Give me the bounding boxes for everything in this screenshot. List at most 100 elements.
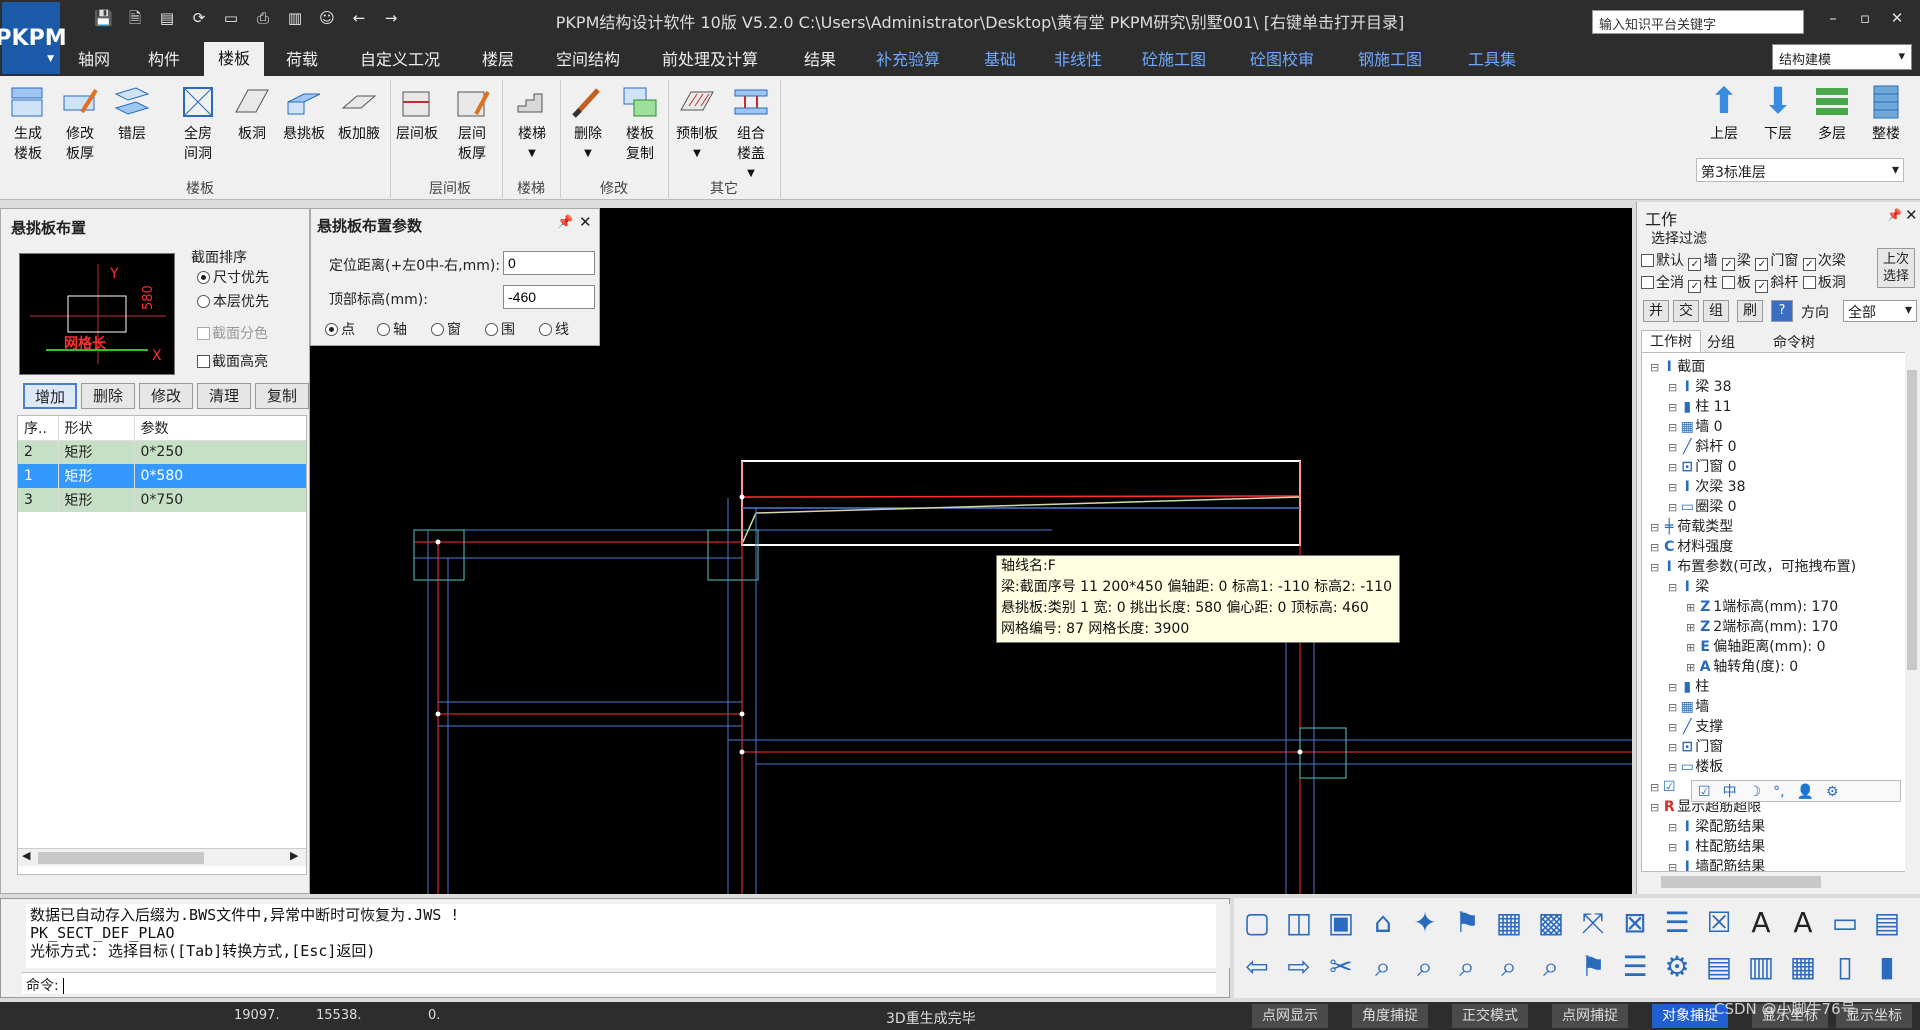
- generate-slab-button[interactable]: 生成 楼板: [6, 82, 50, 164]
- copy-section-button[interactable]: 复制: [255, 383, 309, 409]
- tab-nonlinear[interactable]: 非线性: [1048, 46, 1108, 76]
- filter-door-window[interactable]: ✓ 门窗: [1755, 253, 1798, 271]
- collapse-icon[interactable]: ⊟: [1668, 841, 1677, 854]
- collapse-icon[interactable]: ⊟: [1668, 861, 1677, 871]
- zoom-dynamic-icon[interactable]: ⌕: [1406, 948, 1444, 986]
- zoom-out-icon[interactable]: ⌕: [1532, 948, 1570, 986]
- ime-moon-icon[interactable]: ☽: [1749, 784, 1762, 800]
- expand-icon[interactable]: ⊞: [1686, 601, 1695, 614]
- collapse-icon[interactable]: ⊟: [1650, 521, 1659, 534]
- tree-node[interactable]: ⊟ I 截面: [1642, 357, 1906, 377]
- table-icon[interactable]: ▤: [1700, 948, 1738, 986]
- stack-icon[interactable]: ▦: [1784, 948, 1822, 986]
- tree-node[interactable]: ⊟ ▭圈梁 0: [1642, 497, 1906, 517]
- expand-icon[interactable]: ⊞: [1686, 661, 1695, 674]
- tree-node[interactable]: ⊟ I 墙配筋结果: [1642, 857, 1906, 871]
- tab-toolset[interactable]: 工具集: [1462, 46, 1522, 76]
- font-increase-icon[interactable]: A: [1742, 904, 1780, 942]
- tab-custom-case[interactable]: 自定义工况: [354, 46, 446, 76]
- pan-left-icon[interactable]: ⇦: [1238, 948, 1276, 986]
- mode-radio-point[interactable]: 点: [325, 319, 355, 339]
- sort-size-first-radio[interactable]: 尺寸优先: [197, 267, 269, 287]
- wire-view-icon[interactable]: ▣: [1322, 904, 1360, 942]
- grid-display-toggle[interactable]: 点网显示: [1252, 1004, 1328, 1028]
- tree-node[interactable]: ⊟ ⊡ 门窗 0: [1642, 457, 1906, 477]
- filter-clear-all[interactable]: 全消: [1641, 275, 1684, 291]
- clear-button[interactable]: 清理: [197, 383, 251, 409]
- pan-right-icon[interactable]: ⇨: [1280, 948, 1318, 986]
- collapse-icon[interactable]: ⊟: [1668, 681, 1677, 694]
- save-all-icon[interactable]: ▤: [158, 9, 176, 27]
- intersect-button[interactable]: 交: [1673, 300, 1699, 322]
- tree-node[interactable]: ⊟ I 梁配筋结果: [1642, 817, 1906, 837]
- collapse-icon[interactable]: ⊟: [1650, 541, 1659, 554]
- precast-slab-button[interactable]: 预制板 ▼: [672, 82, 722, 164]
- flag-icon[interactable]: ⚑: [1448, 904, 1486, 942]
- tree-node[interactable]: ⊟ ▮ 柱: [1642, 677, 1906, 697]
- expand-icon[interactable]: ⊞: [1686, 641, 1695, 654]
- delete-x-icon[interactable]: ☒: [1700, 904, 1738, 942]
- frame-view-icon[interactable]: ▦: [1490, 904, 1528, 942]
- panel-right-icon[interactable]: ▮: [1868, 948, 1906, 986]
- collapse-icon[interactable]: ⊟: [1650, 361, 1659, 374]
- minimize-button[interactable]: –: [1820, 9, 1846, 27]
- tab-spatial[interactable]: 空间结构: [550, 46, 626, 76]
- collapse-icon[interactable]: ⊟: [1668, 481, 1677, 494]
- font-decrease-icon[interactable]: A: [1784, 904, 1822, 942]
- last-selection-button[interactable]: 上次 选择: [1877, 248, 1915, 288]
- undo-icon[interactable]: ←: [350, 9, 368, 27]
- user-icon[interactable]: ☺: [318, 9, 336, 27]
- collapse-icon[interactable]: ⊟: [1668, 421, 1677, 434]
- tree-node[interactable]: ⊟ ▦墙: [1642, 697, 1906, 717]
- tab-concrete-drawing[interactable]: 砼施工图: [1136, 46, 1212, 76]
- filter-beam[interactable]: ✓ 梁: [1721, 253, 1751, 271]
- zoom-window-icon[interactable]: ⌕: [1364, 948, 1402, 986]
- cantilever-slab-outline[interactable]: [741, 460, 1301, 546]
- ime-chinese-button[interactable]: 中: [1723, 784, 1737, 800]
- section-color-checkbox[interactable]: 截面分色: [197, 323, 268, 343]
- ime-toolbar[interactable]: ☑ 中 ☽ °, 👤 ⚙: [1691, 780, 1901, 802]
- section-highlight-checkbox[interactable]: 截面高亮: [197, 351, 268, 371]
- light-icon[interactable]: ✦: [1406, 904, 1444, 942]
- sheet-icon[interactable]: ▥: [1742, 948, 1780, 986]
- floor-down-button[interactable]: ⬇ 下层: [1758, 82, 1798, 144]
- cantilever-slab-button[interactable]: 悬挑板: [282, 82, 326, 144]
- help-button[interactable]: ?: [1771, 300, 1793, 322]
- collapse-icon[interactable]: ⊟: [1668, 741, 1677, 754]
- zoom-all-icon[interactable]: ⌕: [1490, 948, 1528, 986]
- horizontal-scrollbar[interactable]: ◀ ▶: [18, 848, 306, 866]
- tree-node[interactable]: ⊟ ╱ 支撑: [1642, 717, 1906, 737]
- cut-icon[interactable]: ✂: [1322, 948, 1360, 986]
- mode-radio-line[interactable]: 线: [539, 319, 569, 339]
- composite-floor-button[interactable]: 组合 楼盖 ▼: [728, 82, 774, 184]
- mode-radio-axis[interactable]: 轴: [377, 319, 407, 339]
- collapse-icon[interactable]: ⊟: [1668, 441, 1677, 454]
- tree-node[interactable]: ⊟ ╪ 荷载类型: [1642, 517, 1906, 537]
- tab-axis-grid[interactable]: 轴网: [72, 46, 116, 76]
- direction-select[interactable]: 全部 ▾: [1843, 300, 1917, 322]
- tree-node[interactable]: ⊟ ╱ 斜杆 0: [1642, 437, 1906, 457]
- pkpm-logo[interactable]: PKPM ▼: [0, 2, 67, 74]
- box-view-icon[interactable]: ▢: [1238, 904, 1276, 942]
- fit-view-icon[interactable]: ⊠: [1616, 904, 1654, 942]
- staggered-floor-button[interactable]: 错层: [110, 82, 154, 144]
- scrollbar-thumb[interactable]: [1907, 370, 1917, 670]
- delete-dropdown-icon[interactable]: ▼: [568, 144, 608, 164]
- slab-haunch-button[interactable]: 板加腋: [334, 82, 384, 144]
- tab-preprocess[interactable]: 前处理及计算: [656, 46, 764, 76]
- tab-load[interactable]: 荷载: [280, 46, 324, 76]
- ime-punct-icon[interactable]: °,: [1773, 784, 1784, 800]
- collapse-icon[interactable]: ⊟: [1668, 381, 1677, 394]
- slab-copy-button[interactable]: 楼板 复制: [616, 82, 664, 164]
- scrollbar-thumb[interactable]: [38, 852, 204, 864]
- tab-work-tree[interactable]: 工作树: [1641, 330, 1701, 352]
- table-row-selected[interactable]: 1 矩形 0*580: [18, 464, 306, 488]
- tree-node[interactable]: ⊞ Z 2端标高(mm): 170: [1642, 617, 1906, 637]
- scroll-left-icon[interactable]: ◀: [22, 849, 30, 862]
- multi-floor-button[interactable]: 多层: [1812, 82, 1852, 144]
- collapse-icon[interactable]: ⊟: [1668, 401, 1677, 414]
- tree-node[interactable]: ⊟ I 次梁 38: [1642, 477, 1906, 497]
- filter-column[interactable]: ✓ 柱: [1688, 275, 1717, 293]
- collapse-icon[interactable]: ⊟: [1668, 761, 1677, 774]
- interlayer-slab-button[interactable]: 层间板: [392, 82, 442, 144]
